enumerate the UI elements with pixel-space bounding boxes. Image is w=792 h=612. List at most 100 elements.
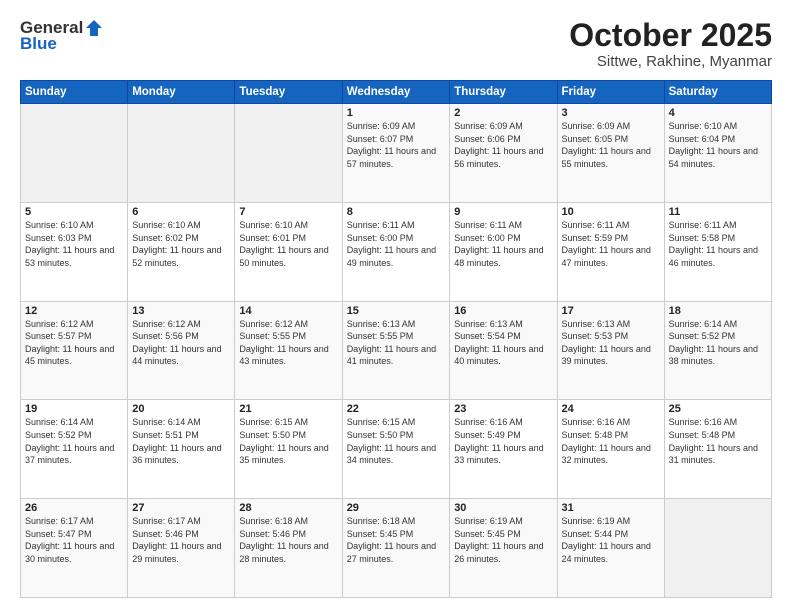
- table-row: 31Sunrise: 6:19 AM Sunset: 5:44 PM Dayli…: [557, 499, 664, 598]
- day-number: 19: [25, 403, 123, 415]
- day-number: 5: [25, 206, 123, 218]
- table-row: [128, 104, 235, 203]
- day-number: 12: [25, 305, 123, 317]
- table-row: 15Sunrise: 6:13 AM Sunset: 5:55 PM Dayli…: [342, 301, 450, 400]
- location: Sittwe, Rakhine, Myanmar: [569, 53, 772, 70]
- calendar-body: 1Sunrise: 6:09 AM Sunset: 6:07 PM Daylig…: [21, 104, 772, 598]
- day-number: 16: [454, 305, 552, 317]
- day-info: Sunrise: 6:16 AM Sunset: 5:48 PM Dayligh…: [669, 416, 767, 466]
- day-number: 31: [562, 502, 660, 514]
- day-info: Sunrise: 6:09 AM Sunset: 6:07 PM Dayligh…: [347, 120, 446, 170]
- day-info: Sunrise: 6:16 AM Sunset: 5:48 PM Dayligh…: [562, 416, 660, 466]
- col-monday: Monday: [128, 81, 235, 104]
- day-info: Sunrise: 6:11 AM Sunset: 5:58 PM Dayligh…: [669, 219, 767, 269]
- table-row: 7Sunrise: 6:10 AM Sunset: 6:01 PM Daylig…: [235, 202, 342, 301]
- table-row: 13Sunrise: 6:12 AM Sunset: 5:56 PM Dayli…: [128, 301, 235, 400]
- day-info: Sunrise: 6:18 AM Sunset: 5:46 PM Dayligh…: [239, 515, 337, 565]
- day-number: 4: [669, 107, 767, 119]
- day-info: Sunrise: 6:15 AM Sunset: 5:50 PM Dayligh…: [239, 416, 337, 466]
- day-number: 1: [347, 107, 446, 119]
- day-number: 6: [132, 206, 230, 218]
- logo-blue: Blue: [20, 34, 57, 54]
- table-row: 12Sunrise: 6:12 AM Sunset: 5:57 PM Dayli…: [21, 301, 128, 400]
- logo-icon: [84, 18, 104, 38]
- table-row: 8Sunrise: 6:11 AM Sunset: 6:00 PM Daylig…: [342, 202, 450, 301]
- day-number: 23: [454, 403, 552, 415]
- day-info: Sunrise: 6:12 AM Sunset: 5:56 PM Dayligh…: [132, 318, 230, 368]
- month-title: October 2025: [569, 18, 772, 53]
- day-info: Sunrise: 6:10 AM Sunset: 6:04 PM Dayligh…: [669, 120, 767, 170]
- day-number: 30: [454, 502, 552, 514]
- col-sunday: Sunday: [21, 81, 128, 104]
- day-number: 27: [132, 502, 230, 514]
- table-row: 19Sunrise: 6:14 AM Sunset: 5:52 PM Dayli…: [21, 400, 128, 499]
- table-row: 27Sunrise: 6:17 AM Sunset: 5:46 PM Dayli…: [128, 499, 235, 598]
- day-info: Sunrise: 6:10 AM Sunset: 6:01 PM Dayligh…: [239, 219, 337, 269]
- table-row: 28Sunrise: 6:18 AM Sunset: 5:46 PM Dayli…: [235, 499, 342, 598]
- table-row: [21, 104, 128, 203]
- day-info: Sunrise: 6:13 AM Sunset: 5:55 PM Dayligh…: [347, 318, 446, 368]
- table-row: 4Sunrise: 6:10 AM Sunset: 6:04 PM Daylig…: [664, 104, 771, 203]
- table-row: 29Sunrise: 6:18 AM Sunset: 5:45 PM Dayli…: [342, 499, 450, 598]
- day-info: Sunrise: 6:11 AM Sunset: 6:00 PM Dayligh…: [454, 219, 552, 269]
- day-info: Sunrise: 6:14 AM Sunset: 5:52 PM Dayligh…: [25, 416, 123, 466]
- table-row: 16Sunrise: 6:13 AM Sunset: 5:54 PM Dayli…: [450, 301, 557, 400]
- day-number: 22: [347, 403, 446, 415]
- day-info: Sunrise: 6:12 AM Sunset: 5:55 PM Dayligh…: [239, 318, 337, 368]
- day-number: 20: [132, 403, 230, 415]
- table-row: 10Sunrise: 6:11 AM Sunset: 5:59 PM Dayli…: [557, 202, 664, 301]
- day-number: 8: [347, 206, 446, 218]
- header: General Blue October 2025 Sittwe, Rakhin…: [20, 18, 772, 70]
- table-row: 2Sunrise: 6:09 AM Sunset: 6:06 PM Daylig…: [450, 104, 557, 203]
- day-number: 14: [239, 305, 337, 317]
- table-row: [235, 104, 342, 203]
- day-number: 29: [347, 502, 446, 514]
- day-number: 2: [454, 107, 552, 119]
- table-row: 22Sunrise: 6:15 AM Sunset: 5:50 PM Dayli…: [342, 400, 450, 499]
- day-info: Sunrise: 6:19 AM Sunset: 5:45 PM Dayligh…: [454, 515, 552, 565]
- day-number: 3: [562, 107, 660, 119]
- day-number: 11: [669, 206, 767, 218]
- day-number: 21: [239, 403, 337, 415]
- day-info: Sunrise: 6:19 AM Sunset: 5:44 PM Dayligh…: [562, 515, 660, 565]
- day-number: 24: [562, 403, 660, 415]
- col-tuesday: Tuesday: [235, 81, 342, 104]
- day-info: Sunrise: 6:16 AM Sunset: 5:49 PM Dayligh…: [454, 416, 552, 466]
- day-info: Sunrise: 6:09 AM Sunset: 6:06 PM Dayligh…: [454, 120, 552, 170]
- col-saturday: Saturday: [664, 81, 771, 104]
- day-number: 28: [239, 502, 337, 514]
- col-friday: Friday: [557, 81, 664, 104]
- day-info: Sunrise: 6:17 AM Sunset: 5:46 PM Dayligh…: [132, 515, 230, 565]
- col-wednesday: Wednesday: [342, 81, 450, 104]
- col-thursday: Thursday: [450, 81, 557, 104]
- calendar-header: Sunday Monday Tuesday Wednesday Thursday…: [21, 81, 772, 104]
- table-row: 3Sunrise: 6:09 AM Sunset: 6:05 PM Daylig…: [557, 104, 664, 203]
- logo: General Blue: [20, 18, 105, 54]
- day-info: Sunrise: 6:14 AM Sunset: 5:52 PM Dayligh…: [669, 318, 767, 368]
- table-row: 18Sunrise: 6:14 AM Sunset: 5:52 PM Dayli…: [664, 301, 771, 400]
- table-row: 14Sunrise: 6:12 AM Sunset: 5:55 PM Dayli…: [235, 301, 342, 400]
- day-info: Sunrise: 6:09 AM Sunset: 6:05 PM Dayligh…: [562, 120, 660, 170]
- day-info: Sunrise: 6:12 AM Sunset: 5:57 PM Dayligh…: [25, 318, 123, 368]
- day-info: Sunrise: 6:15 AM Sunset: 5:50 PM Dayligh…: [347, 416, 446, 466]
- day-number: 26: [25, 502, 123, 514]
- day-number: 15: [347, 305, 446, 317]
- day-info: Sunrise: 6:10 AM Sunset: 6:02 PM Dayligh…: [132, 219, 230, 269]
- day-number: 18: [669, 305, 767, 317]
- table-row: 25Sunrise: 6:16 AM Sunset: 5:48 PM Dayli…: [664, 400, 771, 499]
- day-number: 25: [669, 403, 767, 415]
- day-info: Sunrise: 6:11 AM Sunset: 5:59 PM Dayligh…: [562, 219, 660, 269]
- table-row: 11Sunrise: 6:11 AM Sunset: 5:58 PM Dayli…: [664, 202, 771, 301]
- title-area: October 2025 Sittwe, Rakhine, Myanmar: [569, 18, 772, 70]
- day-info: Sunrise: 6:17 AM Sunset: 5:47 PM Dayligh…: [25, 515, 123, 565]
- table-row: 6Sunrise: 6:10 AM Sunset: 6:02 PM Daylig…: [128, 202, 235, 301]
- day-info: Sunrise: 6:11 AM Sunset: 6:00 PM Dayligh…: [347, 219, 446, 269]
- table-row: 26Sunrise: 6:17 AM Sunset: 5:47 PM Dayli…: [21, 499, 128, 598]
- table-row: 9Sunrise: 6:11 AM Sunset: 6:00 PM Daylig…: [450, 202, 557, 301]
- page: General Blue October 2025 Sittwe, Rakhin…: [0, 0, 792, 612]
- day-number: 10: [562, 206, 660, 218]
- day-info: Sunrise: 6:10 AM Sunset: 6:03 PM Dayligh…: [25, 219, 123, 269]
- table-row: 30Sunrise: 6:19 AM Sunset: 5:45 PM Dayli…: [450, 499, 557, 598]
- table-row: 24Sunrise: 6:16 AM Sunset: 5:48 PM Dayli…: [557, 400, 664, 499]
- day-info: Sunrise: 6:18 AM Sunset: 5:45 PM Dayligh…: [347, 515, 446, 565]
